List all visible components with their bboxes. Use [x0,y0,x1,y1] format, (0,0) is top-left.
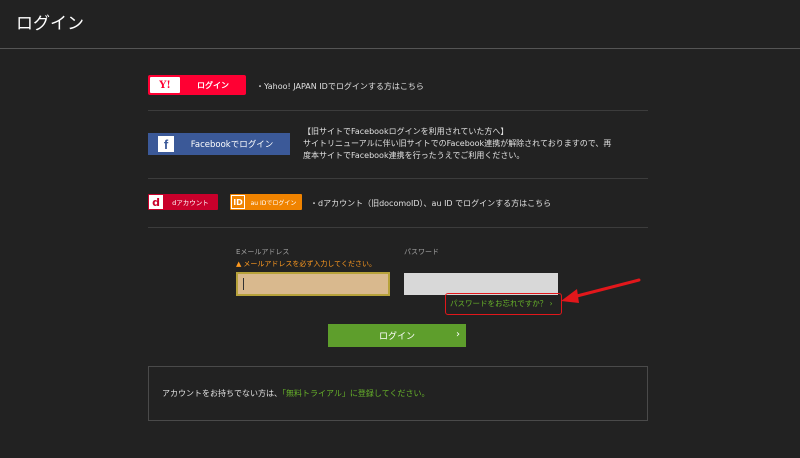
au-id-logo-icon: ID [231,195,245,209]
email-label: Eメールアドレス [236,248,290,256]
au-id-button[interactable]: ID au IDでログイン [230,194,302,210]
au-id-label: au IDでログイン [250,199,297,207]
docomo-description: ・dアカウント（旧docomoID）、au ID でログインする方はこちら [310,199,552,208]
annotation-arrow-icon [561,278,641,303]
free-trial-link[interactable]: 「無料トライアル」に登録してください。 [282,389,429,398]
yahoo-logo-icon: Y! [150,77,180,93]
facebook-notice: 【旧サイトでFacebookログインを利用されていた方へ】 サイトリニューアルに… [303,126,653,162]
login-button[interactable]: ログイン › [328,324,466,347]
yahoo-login-label: ログイン [197,80,229,90]
facebook-login-label: Facebookでログイン [190,140,274,150]
yahoo-description: ・Yahoo! JAPAN IDでログインする方はこちら [256,82,424,91]
login-button-label: ログイン [378,332,415,342]
yahoo-login-button[interactable]: Y! ログイン [148,75,246,95]
facebook-login-button[interactable]: f Facebookでログイン [148,133,290,155]
facebook-notice-line: 度本サイトでFacebook連携を行ったうえでご利用ください。 [303,151,525,160]
section-divider [148,110,648,111]
d-account-button[interactable]: d dアカウント [148,194,218,210]
facebook-notice-line: 【旧サイトでFacebookログインを利用されていた方へ】 [303,127,509,136]
text-cursor [243,278,244,290]
facebook-logo-icon: f [158,136,174,152]
email-warning-text: メールアドレスを必ず入力してください。 [243,260,376,268]
section-divider [148,178,648,179]
chevron-right-icon: › [456,329,460,340]
title-divider [0,48,800,49]
d-account-label: dアカウント [172,199,209,207]
warning-icon: ▲ [236,260,242,268]
password-field[interactable] [404,273,558,295]
page-title: ログイン [16,14,84,34]
forgot-password-link[interactable]: パスワードをお忘れですか？ › [450,298,553,309]
signup-text: アカウントをお持ちでない方は、「無料トライアル」に登録してください。 [162,388,429,399]
section-divider [148,227,648,228]
email-field[interactable] [236,272,390,296]
d-account-logo-icon: d [149,195,163,209]
email-warning: ▲ メールアドレスを必ず入力してください。 [236,259,376,269]
facebook-notice-line: サイトリニューアルに伴い旧サイトでのFacebook連携が解除されておりますので… [303,139,612,148]
password-label: パスワード [404,248,439,256]
signup-prefix: アカウントをお持ちでない方は、 [162,389,282,398]
